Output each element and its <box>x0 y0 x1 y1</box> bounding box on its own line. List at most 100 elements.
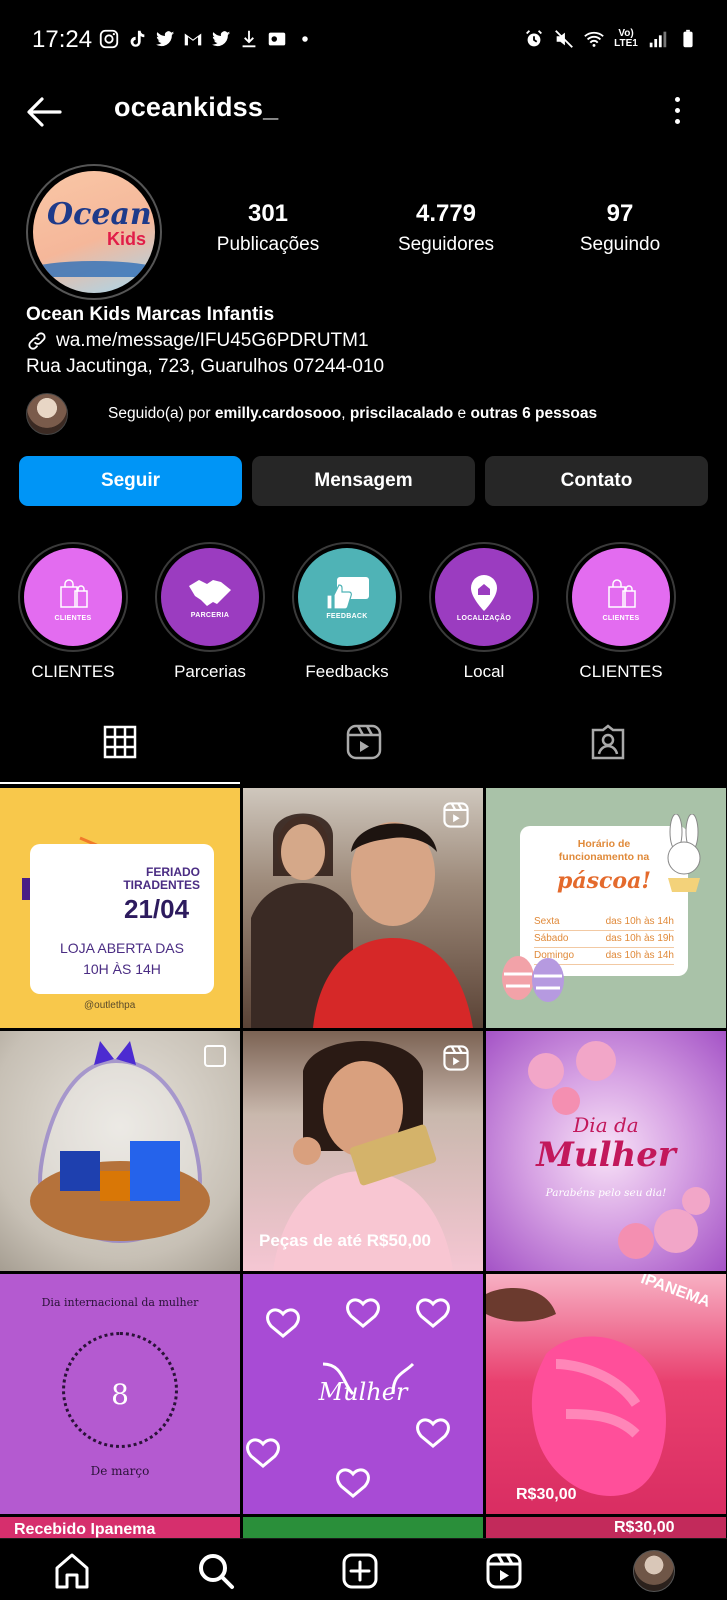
nav-reels[interactable] <box>484 1551 524 1591</box>
profile-name: Ocean Kids Marcas Infantis <box>26 304 275 325</box>
follower-name-1: emilly.cardosooo <box>214 405 342 422</box>
grid-icon <box>103 725 137 759</box>
highlight-title: Feedbacks <box>305 662 389 681</box>
handshake-icon <box>189 579 231 606</box>
post-line: Horário de <box>577 838 631 850</box>
nav-profile[interactable] <box>632 1549 676 1593</box>
post-line: TIRADENTES <box>123 878 200 892</box>
highlight-cover: LOCALIZAÇÃO <box>435 548 533 646</box>
highlight-feedbacks[interactable]: FEEDBACK Feedbacks <box>292 542 402 682</box>
highlight-cover: PARCERIA <box>161 548 259 646</box>
followed-by-text: Seguido(a) por emilly.cardosooo, priscil… <box>108 405 597 423</box>
bunny-illustration <box>667 814 701 892</box>
post-line: funcionamento na <box>558 851 650 863</box>
post-tile[interactable]: IPANEMA R$30,00 <box>486 1274 726 1514</box>
followed-by-row[interactable]: Seguido(a) por emilly.cardosooo, priscil… <box>26 392 706 436</box>
highlight-cover: FEEDBACK <box>298 548 396 646</box>
post-tile[interactable]: Dia da Mulher Parabéns pelo seu dia! <box>486 1031 726 1271</box>
sandal-photo <box>486 1288 666 1496</box>
post-tile[interactable]: Horário de funcionamento na páscoa! Sexta… <box>486 788 726 1028</box>
post-price: R$30,00 <box>614 1519 675 1536</box>
stat-label: Publicações <box>216 234 320 255</box>
post-tile[interactable]: Dia internacional da mulher 8 De março <box>0 1274 240 1514</box>
easter-eggs-illustration <box>502 956 564 1002</box>
post-title: Mulher <box>536 1135 676 1175</box>
post-tile-reel[interactable]: Peças de até R$50,00 <box>243 1031 483 1271</box>
highlight-clientes[interactable]: CLIENTES CLIENTES <box>18 542 128 682</box>
highlight-cover: CLIENTES <box>24 548 122 646</box>
highlight-parcerias[interactable]: PARCERIA Parcerias <box>155 542 265 682</box>
outlook-icon <box>268 32 286 46</box>
stat-followers[interactable]: 4.779 Seguidores <box>386 200 506 256</box>
stat-value: 301 <box>247 200 289 227</box>
highlight-ring: CLIENTES <box>566 542 676 652</box>
highlight-caption: PARCERIA <box>190 611 230 619</box>
post-tile[interactable] <box>243 1517 483 1539</box>
nav-search[interactable] <box>196 1551 236 1591</box>
back-arrow-icon <box>27 97 62 127</box>
nav-home[interactable] <box>52 1551 92 1591</box>
tiktok-icon <box>130 30 145 47</box>
more-dot <box>674 107 680 113</box>
profile-avatar-ring[interactable]: Ocean Kids <box>26 164 162 300</box>
notification-icons <box>98 28 316 50</box>
alarm-icon <box>526 30 542 47</box>
link-icon <box>28 332 46 350</box>
post-tile[interactable]: R$30,00 <box>486 1517 726 1539</box>
reels-icon <box>346 724 382 760</box>
highlight-title: Local <box>463 662 505 681</box>
post-tile[interactable]: Recebido Ipanema <box>0 1517 240 1539</box>
shopping-bags-icon <box>60 578 88 608</box>
tab-tagged[interactable] <box>588 722 628 762</box>
stat-following[interactable]: 97 Seguindo <box>560 200 680 256</box>
contact-button[interactable]: Contato <box>485 456 708 506</box>
post-tile[interactable]: FERIADO TIRADENTES 21/04 LOJA ABERTA DAS 1… <box>0 788 240 1028</box>
avatar-logo-text: Ocean <box>47 197 152 232</box>
avatar-logo-subtext: Kids <box>107 229 147 249</box>
download-icon <box>242 30 256 48</box>
more-options-button[interactable] <box>667 88 687 132</box>
highlight-local[interactable]: LOCALIZAÇÃO Local <box>429 542 539 682</box>
location-pin-icon <box>471 574 497 611</box>
post-tile-carousel[interactable] <box>0 1031 240 1271</box>
mute-icon <box>555 30 573 48</box>
stat-value: 4.779 <box>415 200 477 227</box>
bottom-navigation <box>0 1538 727 1600</box>
post-caption-overlay: Peças de até R$50,00 <box>259 1231 432 1250</box>
stat-posts[interactable]: 301 Publicações <box>212 200 324 256</box>
post-line: LOJA ABERTA DAS <box>60 940 184 956</box>
hours-day: Sexta <box>534 916 560 927</box>
stat-value: 97 <box>606 200 634 227</box>
followed-others: outras 6 pessoas <box>470 405 598 422</box>
status-bar: 17:24 Vo) LTE1 <box>0 0 727 84</box>
highlight-ring: LOCALIZAÇÃO <box>429 542 539 652</box>
highlight-title: CLIENTES <box>579 662 663 681</box>
post-handle: @outlethpa <box>84 1000 136 1011</box>
twitter-icon <box>155 31 175 47</box>
bio-link[interactable]: wa.me/message/IFU45G6PDRUTM1 <box>26 328 384 354</box>
bio-link-text: wa.me/message/IFU45G6PDRUTM1 <box>56 330 369 351</box>
post-text: FERIADO TIRADENTES <box>98 866 200 892</box>
highlight-clientes-2[interactable]: CLIENTES CLIENTES <box>566 542 676 682</box>
stat-label: Seguindo <box>579 234 661 255</box>
message-button[interactable]: Mensagem <box>252 456 475 506</box>
highlight-ring: PARCERIA <box>155 542 265 652</box>
highlight-ring: FEEDBACK <box>292 542 402 652</box>
profile-avatar <box>633 1550 675 1592</box>
post-tile-reel[interactable] <box>243 788 483 1028</box>
lte-icon: Vo) LTE1 <box>614 28 638 49</box>
nav-create[interactable] <box>340 1551 380 1591</box>
post-title: Mulher <box>318 1378 408 1406</box>
follow-button[interactable]: Seguir <box>19 456 242 506</box>
reels-icon <box>443 802 469 828</box>
tab-grid[interactable] <box>100 722 140 762</box>
profile-address[interactable]: Rua Jacutinga, 723, Guarulhos 07244-010 <box>26 354 384 380</box>
followed-separator: , <box>341 405 350 422</box>
signal-icon <box>649 31 667 48</box>
post-text: Parabéns pelo seu dia! <box>545 1187 667 1199</box>
tab-reels[interactable] <box>344 722 384 762</box>
instagram-icon <box>99 29 119 49</box>
back-button[interactable] <box>22 90 66 134</box>
post-tile[interactable]: Mulher <box>243 1274 483 1514</box>
home-icon <box>55 1553 89 1589</box>
